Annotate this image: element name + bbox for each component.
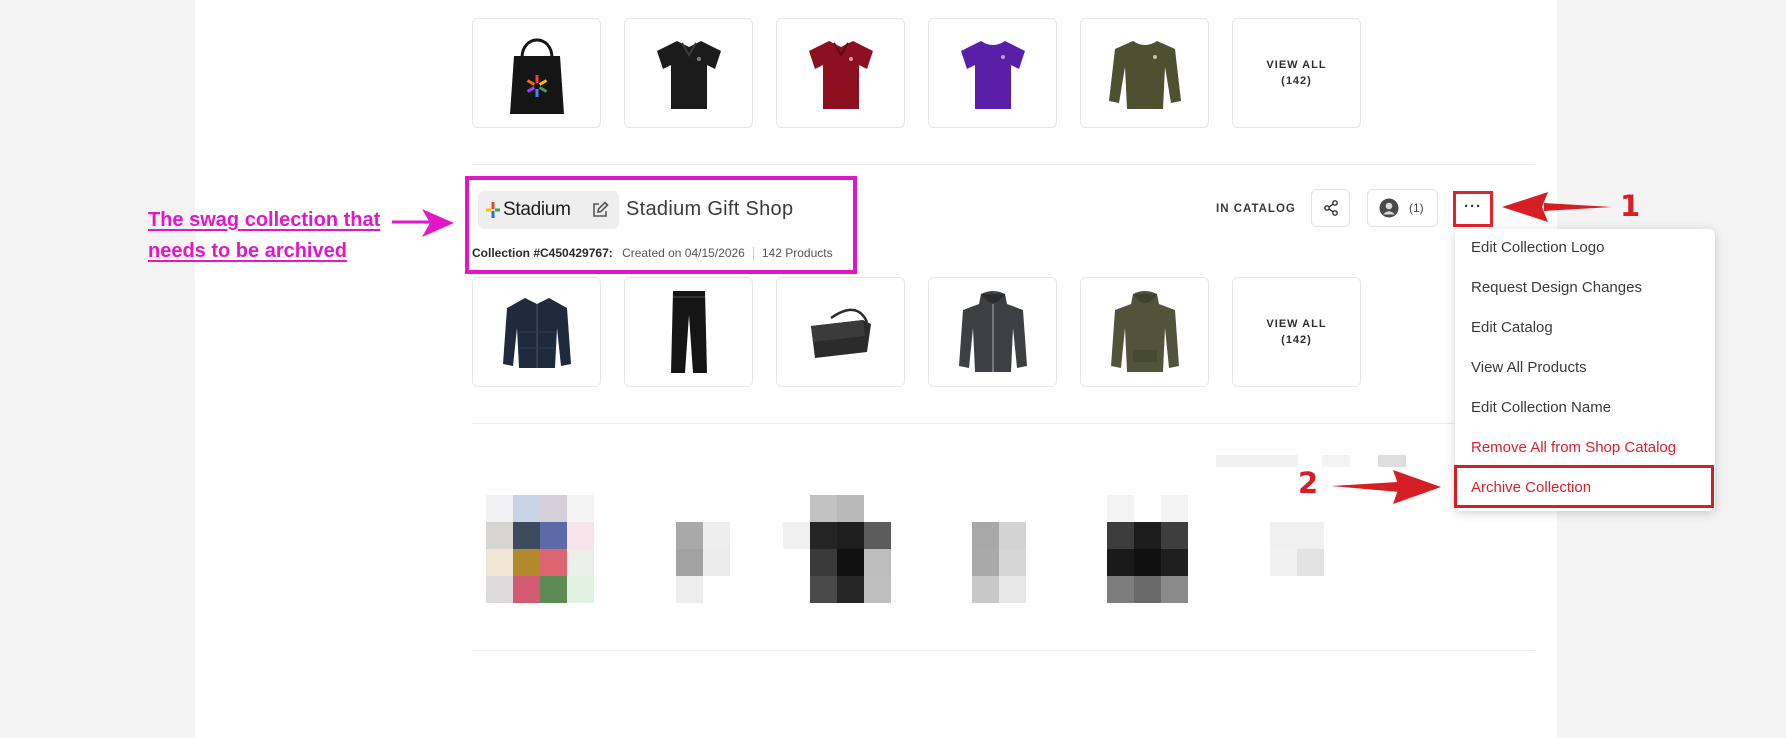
red-arrow-icon [1331,470,1441,504]
annotation-line-1: The swag collection that [148,209,381,231]
navy-jacket-image [502,298,571,368]
product-tile-olive-hoodie[interactable] [1080,277,1209,387]
archive-highlight-box [1454,465,1714,508]
share-button[interactable] [1311,189,1350,227]
red-polo-image [808,41,873,109]
product-tile-messenger-bag[interactable] [776,277,905,387]
status-badge: IN CATALOG [1216,203,1296,215]
view-all-count: (142) [1281,334,1312,346]
annotation-line-2: needs to be archived [148,240,347,262]
view-all-label: VIEW ALL [1266,318,1327,330]
black-polo-image [656,41,721,109]
share-icon [1323,200,1338,216]
view-all-label: VIEW ALL [1266,59,1327,71]
magenta-arrow-icon [392,209,454,237]
divider [472,423,1535,424]
product-tile-purple-tshirt[interactable] [928,18,1057,128]
members-count: (1) [1409,201,1424,215]
product-tile-olive-sweatshirt[interactable] [1080,18,1209,128]
collection-highlight-box [465,176,857,274]
members-button[interactable]: (1) [1367,189,1438,227]
view-all-button-top[interactable]: VIEW ALL (142) [1232,18,1361,128]
step-marker-1: 1 [1620,189,1641,223]
menu-item-edit-catalog[interactable]: Edit Catalog [1471,319,1553,336]
black-pants-image [670,291,707,373]
user-avatar-icon [1379,198,1399,218]
view-all-button[interactable]: VIEW ALL (142) [1232,277,1361,387]
menu-item-edit-collection-name[interactable]: Edit Collection Name [1471,399,1611,416]
messenger-bag-image [810,308,871,358]
menu-item-request-design-changes[interactable]: Request Design Changes [1471,279,1642,296]
divider [472,650,1535,651]
menu-item-edit-collection-logo[interactable]: Edit Collection Logo [1471,239,1604,256]
olive-sweatshirt-image [1108,41,1181,109]
red-arrow-icon [1502,192,1612,222]
menu-item-remove-all-from-shop-catalog[interactable]: Remove All from Shop Catalog [1471,439,1676,456]
product-tile-grey-zip-hoodie[interactable] [928,277,1057,387]
product-tile-red-polo[interactable] [776,18,905,128]
screen: VIEW ALL (142) Stadium Stadium Gift Shop… [0,0,1786,738]
step-marker-2: 2 [1298,466,1319,500]
tote-bag-image [509,38,564,114]
view-all-count: (142) [1281,75,1312,87]
product-tile-navy-jacket[interactable] [472,277,601,387]
product-tile-black-polo[interactable] [624,18,753,128]
annotation-note: The swag collection that needs to be arc… [148,205,380,267]
divider [472,164,1535,165]
more-options-button[interactable]: ··· [1453,191,1493,227]
product-tile-black-pants[interactable] [624,277,753,387]
grey-zip-hoodie-image [958,291,1027,372]
olive-hoodie-image [1110,291,1179,372]
menu-item-view-all-products[interactable]: View All Products [1471,359,1587,376]
purple-tshirt-image [960,41,1025,109]
product-tile-tote-bag[interactable] [472,18,601,128]
